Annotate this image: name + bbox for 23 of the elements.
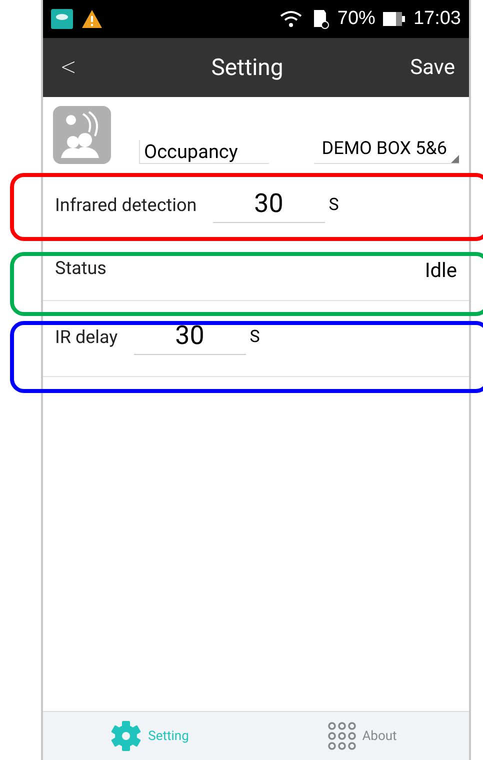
screen-title: Setting: [211, 54, 284, 81]
back-button[interactable]: <: [53, 50, 84, 85]
clock: 17:03: [413, 8, 461, 30]
unit-label: S: [250, 327, 260, 347]
device-type-field[interactable]: Occupancy: [139, 140, 269, 164]
unit-label: S: [328, 195, 339, 215]
setting-label: Infrared detection: [55, 195, 197, 216]
app-icon: [51, 9, 73, 29]
status-value: Idle: [424, 258, 457, 282]
grid-icon: [328, 722, 356, 750]
setting-label: IR delay: [55, 327, 118, 348]
warning-icon: [81, 9, 103, 29]
battery-percent: 70%: [337, 8, 376, 30]
sd-card-icon: [311, 9, 330, 29]
battery-icon: [383, 12, 406, 26]
save-button[interactable]: Save: [410, 56, 455, 80]
gear-icon: [110, 720, 142, 752]
seconds-input[interactable]: 30: [212, 189, 325, 223]
device-dropdown[interactable]: DEMO BOX 5&6: [314, 138, 459, 164]
occupancy-sensor-icon: [53, 106, 111, 164]
setting-label: Status: [55, 258, 106, 279]
seconds-input[interactable]: 30: [134, 321, 246, 355]
wifi-icon: [279, 10, 304, 28]
